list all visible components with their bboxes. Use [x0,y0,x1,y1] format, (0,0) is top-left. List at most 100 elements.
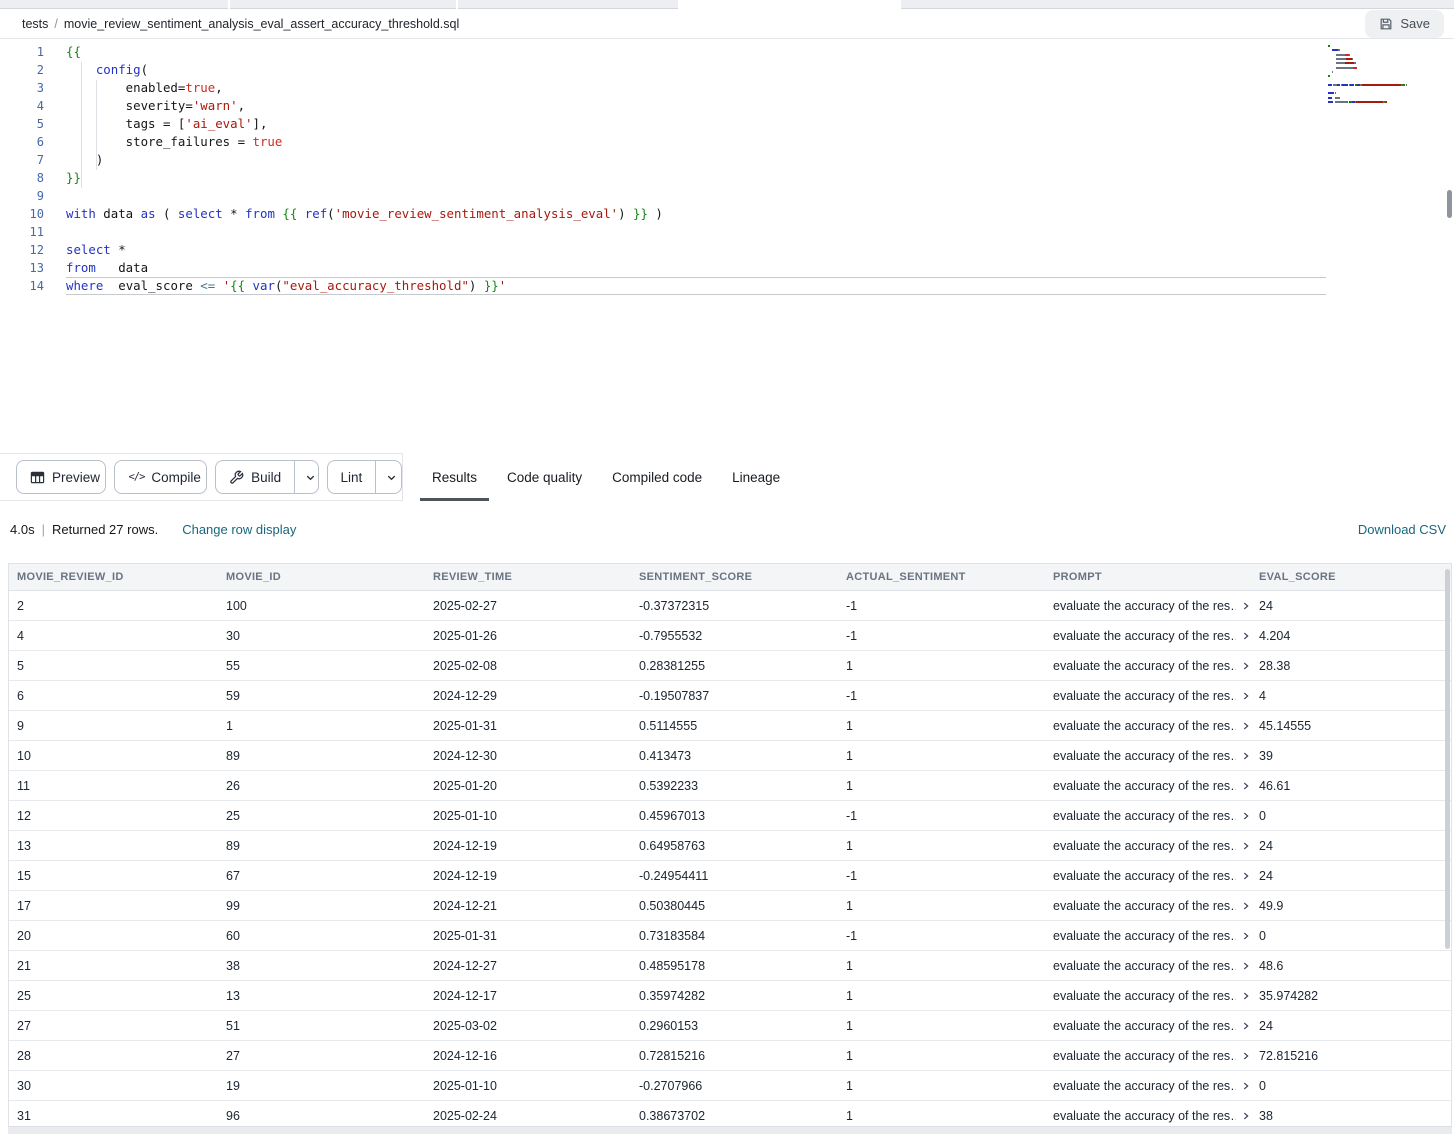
table-cell: 4 [1251,681,1451,710]
table-cell: 2024-12-27 [425,951,631,980]
lint-button[interactable]: Lint [327,460,402,494]
prompt-cell[interactable]: evaluate the accuracy of the res… [1045,621,1251,650]
prompt-cell[interactable]: evaluate the accuracy of the res… [1045,921,1251,950]
table-cell: 0.48595178 [631,951,838,980]
prompt-text: evaluate the accuracy of the res… [1053,989,1236,1003]
code-line[interactable] [66,223,1334,241]
table-cell: -0.2707966 [631,1071,838,1100]
table-cell: -0.7955532 [631,621,838,650]
editor-minimap[interactable] [1328,44,1424,104]
table-cell: 1 [838,831,1045,860]
table-cell: 5 [9,651,218,680]
tab-results[interactable]: Results [432,453,477,501]
chevron-right-icon [1241,961,1251,971]
table-cell: 28.38 [1251,651,1451,680]
chevron-right-icon [1241,631,1251,641]
results-table: MOVIE_REVIEW_IDMOVIE_IDREVIEW_TIMESENTIM… [8,563,1452,1126]
code-line[interactable]: enabled=true, [66,79,1334,97]
code-line[interactable]: with data as ( select * from {{ ref('mov… [66,205,1334,223]
chevron-right-icon [1241,1081,1251,1091]
horizontal-scrollbar-track[interactable] [8,1126,1452,1134]
prompt-cell[interactable]: evaluate the accuracy of the res… [1045,1011,1251,1040]
chevron-right-icon [1241,931,1251,941]
breadcrumb-bar: tests / movie_review_sentiment_analysis_… [0,9,1454,39]
table-cell: 2025-01-26 [425,621,631,650]
editor-code[interactable]: {{ config( enabled=true, severity='warn'… [66,43,1334,295]
tab-code-quality[interactable]: Code quality [507,453,582,501]
prompt-cell[interactable]: evaluate the accuracy of the res… [1045,771,1251,800]
code-line[interactable]: ) [66,151,1334,169]
column-header: PROMPT [1045,564,1251,590]
table-cell: 38 [1251,1101,1451,1126]
tab-lineage[interactable]: Lineage [732,453,780,501]
prompt-cell[interactable]: evaluate the accuracy of the res… [1045,801,1251,830]
compile-button[interactable]: </> Compile [114,460,207,494]
code-line[interactable]: from data [66,259,1334,277]
table-cell: 25 [218,801,425,830]
table-cell: 2 [9,591,218,620]
table-cell: 1 [838,1071,1045,1100]
line-number: 2 [0,61,44,79]
code-line[interactable] [66,187,1334,205]
build-button[interactable]: Build [215,460,318,494]
breadcrumb-folder[interactable]: tests [22,17,48,31]
editor-gutter: 1234567891011121314 [0,43,44,295]
table-scrollbar-thumb[interactable] [1445,569,1450,949]
lint-dropdown-toggle[interactable] [375,461,402,493]
code-line[interactable]: select * [66,241,1334,259]
build-dropdown-toggle[interactable] [294,461,318,493]
line-number: 11 [0,223,44,241]
table-cell: 99 [218,891,425,920]
table-cell: 4 [9,621,218,650]
code-line[interactable]: tags = ['ai_eval'], [66,115,1334,133]
table-cell: 0.72815216 [631,1041,838,1070]
prompt-cell[interactable]: evaluate the accuracy of the res… [1045,711,1251,740]
code-line[interactable]: }} [66,169,1334,187]
prompt-cell[interactable]: evaluate the accuracy of the res… [1045,891,1251,920]
code-line[interactable]: severity='warn', [66,97,1334,115]
returned-rows-text: Returned 27 rows. [52,522,158,537]
prompt-text: evaluate the accuracy of the res… [1053,659,1236,673]
prompt-cell[interactable]: evaluate the accuracy of the res… [1045,831,1251,860]
table-row: 5552025-02-080.283812551evaluate the acc… [9,651,1451,681]
download-csv-link[interactable]: Download CSV [1358,522,1446,537]
code-line[interactable]: where eval_score <= '{{ var("eval_accura… [66,277,1326,295]
prompt-cell[interactable]: evaluate the accuracy of the res… [1045,741,1251,770]
table-cell: 9 [9,711,218,740]
save-icon [1379,17,1393,31]
code-line[interactable]: {{ [66,43,1334,61]
preview-button[interactable]: Preview [16,460,106,494]
change-row-display-link[interactable]: Change row display [182,522,296,537]
inactive-tab-strip-left[interactable] [0,0,678,9]
table-row: 27512025-03-020.29601531evaluate the acc… [9,1011,1451,1041]
tab-compiled-code[interactable]: Compiled code [612,453,702,501]
table-cell: 30 [9,1071,218,1100]
code-brackets-icon: </> [128,471,144,483]
table-cell: 4.204 [1251,621,1451,650]
editor-scrollbar-thumb[interactable] [1447,190,1452,218]
prompt-cell[interactable]: evaluate the accuracy of the res… [1045,1041,1251,1070]
table-cell: 24 [1251,1011,1451,1040]
prompt-cell[interactable]: evaluate the accuracy of the res… [1045,591,1251,620]
table-cell: 20 [9,921,218,950]
prompt-cell[interactable]: evaluate the accuracy of the res… [1045,861,1251,890]
inactive-tab-strip-right[interactable] [901,0,1454,9]
prompt-cell[interactable]: evaluate the accuracy of the res… [1045,1101,1251,1126]
prompt-cell[interactable]: evaluate the accuracy of the res… [1045,681,1251,710]
prompt-text: evaluate the accuracy of the res… [1053,839,1236,853]
table-cell: 49.9 [1251,891,1451,920]
chevron-right-icon [1241,1111,1251,1121]
prompt-cell[interactable]: evaluate the accuracy of the res… [1045,981,1251,1010]
editor-toolbar: Preview </> Compile Build Lint [0,453,403,501]
prompt-cell[interactable]: evaluate the accuracy of the res… [1045,651,1251,680]
results-tabbar: Results Code quality Compiled code Lineage [403,453,1454,501]
prompt-cell[interactable]: evaluate the accuracy of the res… [1045,951,1251,980]
table-cell: 2025-01-31 [425,921,631,950]
code-editor[interactable]: 1234567891011121314 {{ config( enabled=t… [0,40,1454,453]
save-button[interactable]: Save [1365,10,1444,38]
code-line[interactable]: store_failures = true [66,133,1334,151]
chevron-right-icon [1241,751,1251,761]
table-cell: 55 [218,651,425,680]
code-line[interactable]: config( [66,61,1334,79]
prompt-cell[interactable]: evaluate the accuracy of the res… [1045,1071,1251,1100]
